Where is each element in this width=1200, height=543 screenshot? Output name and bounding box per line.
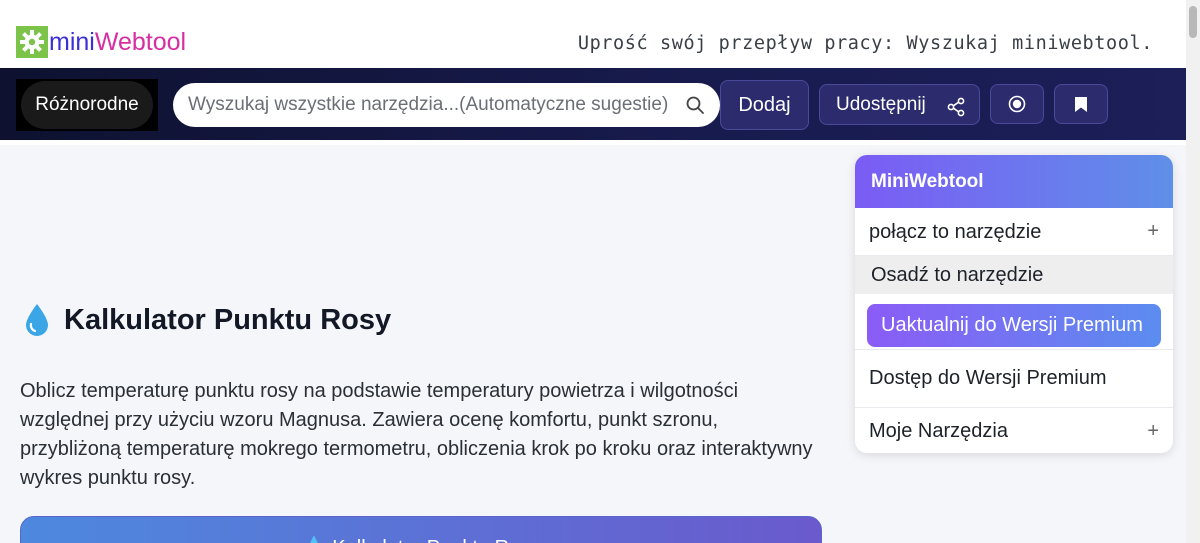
share-label: Udostępnij <box>836 93 926 115</box>
my-tools-label: Moje Narzędzia <box>869 420 1008 442</box>
tagline: Uprość swój przepływ pracy: Wyszukaj min… <box>577 33 1153 54</box>
search-input[interactable] <box>188 94 676 116</box>
site-logo[interactable]: miniWebtool <box>16 26 186 58</box>
embed-tool-item[interactable]: Osadź to narzędzie <box>855 256 1173 294</box>
search-icon[interactable] <box>685 95 705 115</box>
share-button[interactable]: Udostępnij <box>819 84 980 125</box>
upgrade-premium-button[interactable]: Uaktualnij do Wersji Premium <box>867 304 1161 347</box>
category-button[interactable]: Różnorodne <box>16 79 158 131</box>
search-box <box>173 83 720 127</box>
scrollbar-thumb[interactable] <box>1189 6 1197 38</box>
page-title-text: Kalkulator Punktu Rosy <box>64 303 392 336</box>
link-tool-item[interactable]: połącz to narzędzie + <box>855 208 1173 256</box>
premium-access-link[interactable]: Dostęp do Wersji Premium <box>855 350 1173 408</box>
add-button[interactable]: Dodaj <box>720 80 809 130</box>
logo-text-webtool: Webtool <box>94 28 187 56</box>
my-tools-item[interactable]: Moje Narzędzia + <box>855 408 1173 453</box>
share-icon <box>947 97 965 117</box>
calculator-card-title: 💧 Kalkulator Punktu Rosy <box>21 535 821 543</box>
link-tool-label: połącz to narzędzie <box>869 221 1042 243</box>
page-title: Kalkulator Punktu Rosy <box>22 300 391 340</box>
upgrade-wrapper: Uaktualnij do Wersji Premium <box>855 294 1173 350</box>
logo-text: miniWebtool <box>49 26 186 58</box>
record-icon <box>1008 95 1026 113</box>
scrollbar[interactable] <box>1186 0 1200 543</box>
droplet-icon <box>26 304 48 336</box>
tool-description: Oblicz temperaturę punktu rosy na podsta… <box>20 380 813 489</box>
gear-icon <box>16 26 48 58</box>
nav-divider <box>0 140 1186 145</box>
category-label: Różnorodne <box>21 81 153 129</box>
nav-bar: Różnorodne Dodaj Udostępnij <box>0 68 1186 140</box>
plus-icon[interactable]: + <box>1147 420 1159 443</box>
brand-bar: miniWebtool Uprość swój przepływ pracy: … <box>0 0 1186 68</box>
plus-icon[interactable]: + <box>1147 220 1159 243</box>
sidebar-widget: MiniWebtool połącz to narzędzie + Osadź … <box>855 155 1173 453</box>
widget-header: MiniWebtool <box>855 155 1173 208</box>
bookmark-icon <box>1075 96 1087 112</box>
bookmark-button[interactable] <box>1054 84 1108 124</box>
calculator-card-header: 💧 Kalkulator Punktu Rosy <box>20 516 822 543</box>
record-button[interactable] <box>990 84 1044 124</box>
logo-text-mini: mini <box>49 28 95 56</box>
